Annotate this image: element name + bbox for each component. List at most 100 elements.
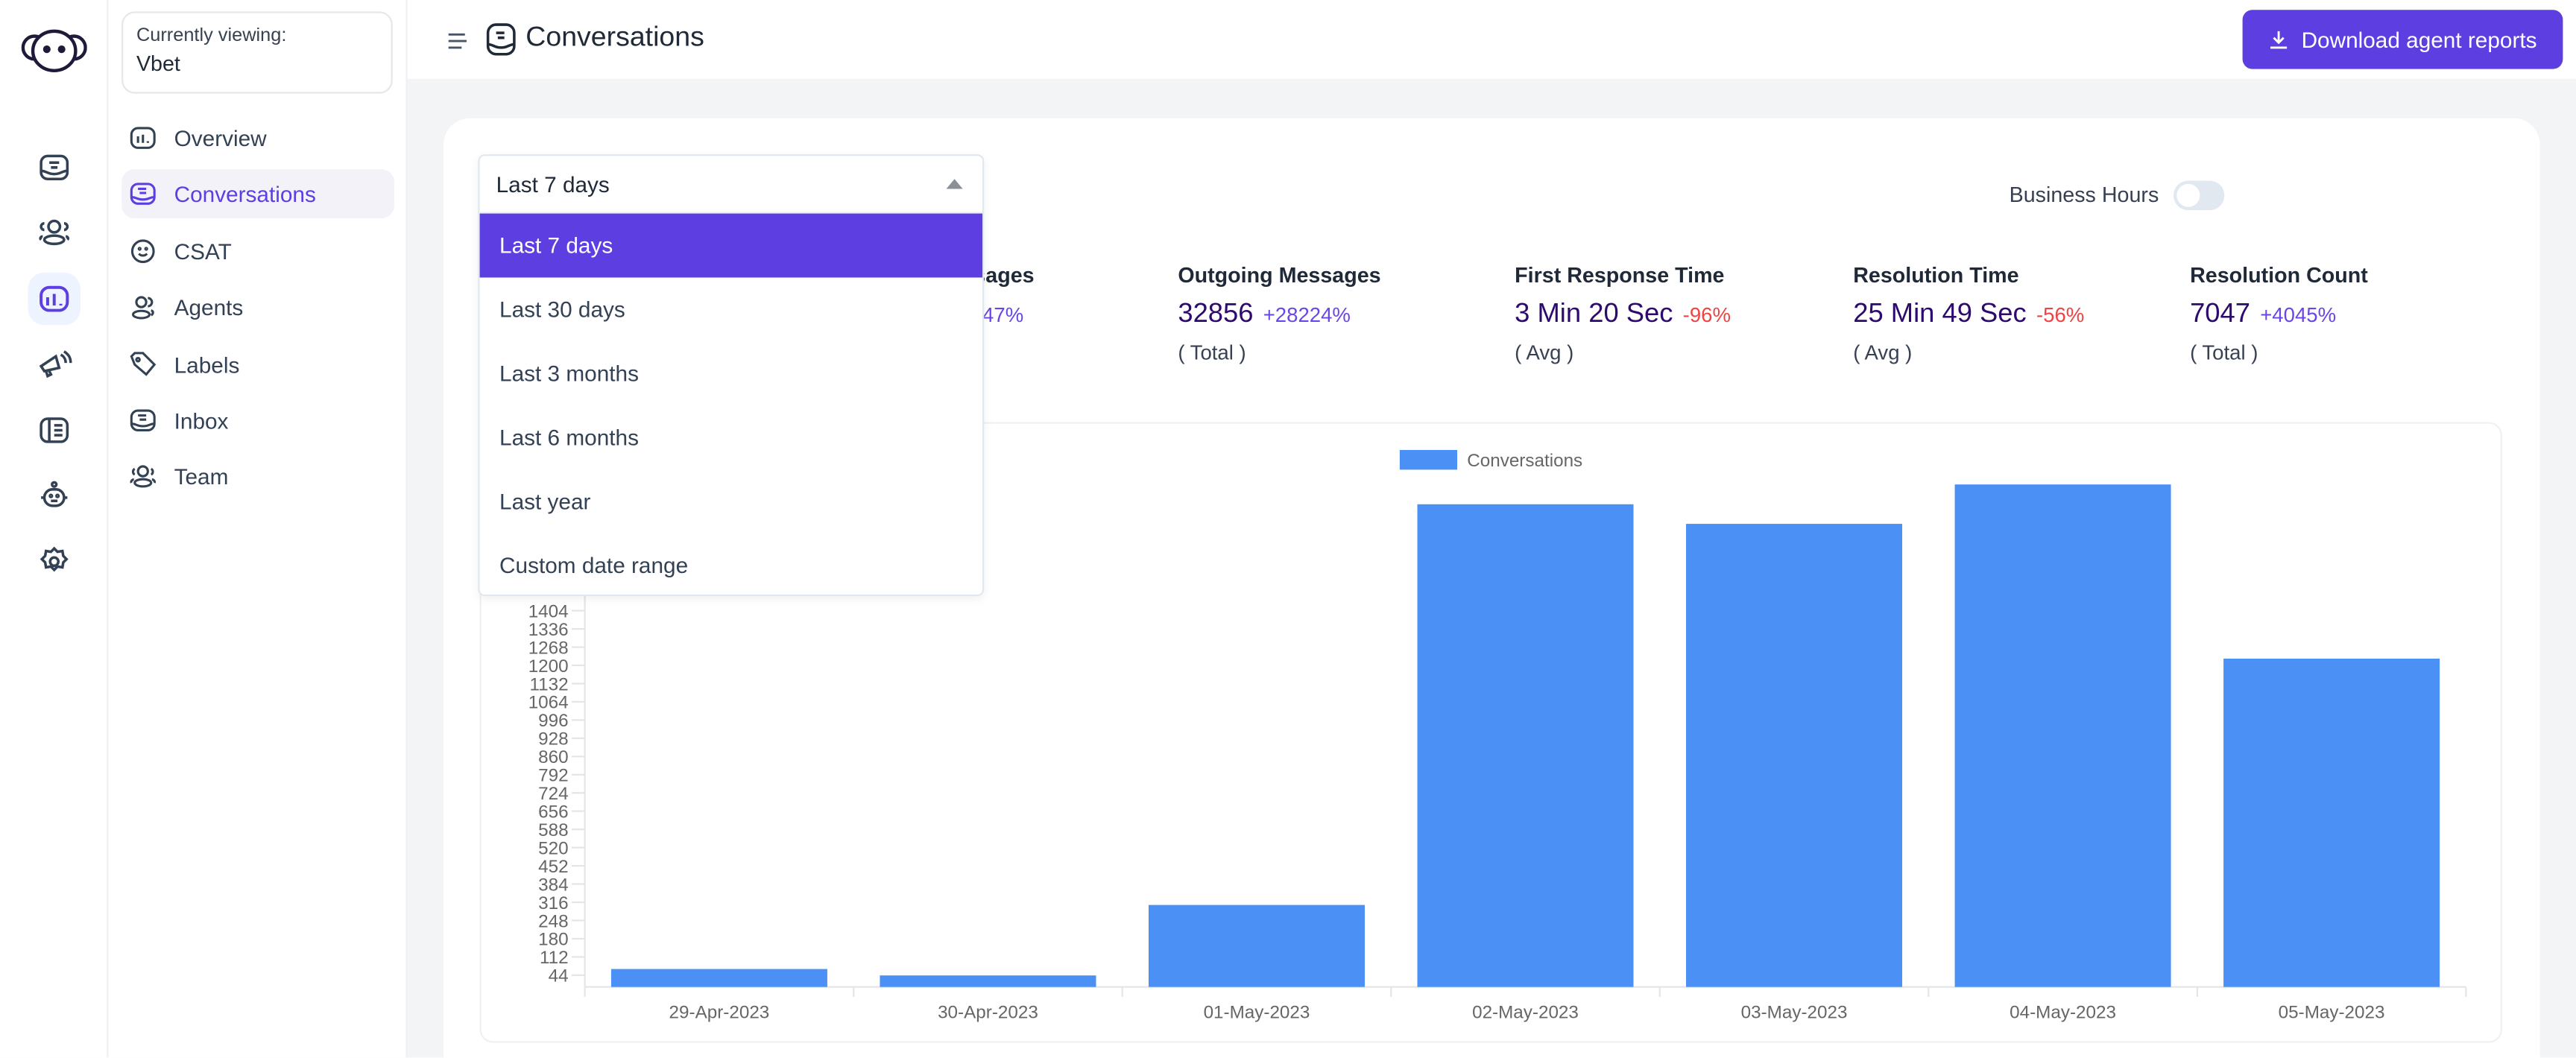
sidebar-item-overview[interactable]: Overview bbox=[121, 113, 394, 162]
account-name: Vbet bbox=[136, 51, 180, 76]
metric-value: 32856 bbox=[1178, 299, 1254, 329]
sidebar-item-team[interactable]: Team bbox=[121, 452, 394, 501]
sidebar-item-label: Conversations bbox=[174, 181, 316, 206]
metric-aggregation: ( Avg ) bbox=[1853, 341, 1913, 365]
x-tick-label: 03-May-2023 bbox=[1741, 1003, 1848, 1023]
x-tick-label: 04-May-2023 bbox=[2010, 1003, 2116, 1023]
metric-aggregation: ( Total ) bbox=[1178, 341, 1246, 365]
chart-icon bbox=[130, 127, 156, 149]
metric-resolution-count: Resolution Count 7047 +4045%( Total ) bbox=[2190, 263, 2368, 365]
y-tick-label: 316 bbox=[538, 893, 568, 913]
y-tick-label: 180 bbox=[538, 930, 568, 950]
team-icon bbox=[130, 465, 156, 488]
date-range-option[interactable]: Last 30 days bbox=[480, 277, 982, 341]
y-tick-label: 452 bbox=[538, 857, 568, 877]
y-tick-label: 1132 bbox=[529, 674, 568, 694]
y-tick-label: 996 bbox=[538, 711, 568, 731]
y-tick-label: 792 bbox=[538, 766, 568, 786]
metric-aggregation: ( Avg ) bbox=[1515, 341, 1574, 365]
download-agent-reports-button[interactable]: Download agent reports bbox=[2242, 10, 2563, 69]
sidebar-item-label: Team bbox=[174, 463, 229, 489]
y-tick-label: 112 bbox=[540, 948, 569, 968]
y-tick-label: 1268 bbox=[528, 638, 569, 658]
date-range-option[interactable]: Custom date range bbox=[480, 533, 982, 598]
contacts-icon[interactable] bbox=[28, 206, 80, 259]
y-tick-label: 1200 bbox=[528, 656, 569, 677]
y-tick-label: 588 bbox=[538, 820, 568, 840]
metric-change: -96% bbox=[1682, 303, 1731, 327]
sidebar-item-label: Labels bbox=[174, 352, 240, 377]
metric-aggregation: ( Total ) bbox=[2190, 341, 2258, 365]
y-tick-label: 520 bbox=[538, 838, 568, 858]
download-label: Download agent reports bbox=[2301, 27, 2537, 52]
sidebar-item-label: Agents bbox=[174, 294, 244, 320]
business-hours-toggle[interactable] bbox=[2174, 180, 2225, 211]
inbox-icon bbox=[130, 409, 156, 432]
metric-change: +28224% bbox=[1263, 303, 1351, 327]
smile-icon bbox=[130, 239, 155, 264]
sidebar-item-conversations[interactable]: Conversations bbox=[121, 169, 394, 219]
sidebar-item-csat[interactable]: CSAT bbox=[121, 227, 394, 276]
metric-value: 3 Min 20 Sec bbox=[1515, 299, 1673, 329]
date-range-dropdown[interactable]: Last 7 days Last 7 days Last 30 days Last … bbox=[478, 154, 985, 598]
y-tick-label: 1064 bbox=[528, 693, 569, 713]
icon-rail bbox=[0, 0, 109, 1058]
bar-02-May-2023 bbox=[1417, 504, 1634, 987]
y-tick-label: 656 bbox=[538, 802, 568, 823]
metric-change: +4045% bbox=[2260, 303, 2337, 327]
bar-05-May-2023 bbox=[2223, 659, 2440, 987]
date-range-option[interactable]: Last 3 months bbox=[480, 341, 982, 405]
bar-30-Apr-2023 bbox=[880, 975, 1096, 987]
metric-value: 25 Min 49 Sec bbox=[1853, 299, 2027, 329]
date-range-option[interactable]: Last 7 days bbox=[479, 213, 983, 278]
secondary-sidebar: Currently viewing: Vbet Overview Conversa… bbox=[108, 0, 408, 1058]
bar-29-Apr-2023 bbox=[610, 969, 827, 987]
metric-title: Resolution Count bbox=[2190, 262, 2368, 288]
x-tick-label: 01-May-2023 bbox=[1204, 1003, 1310, 1023]
help-center-icon[interactable] bbox=[28, 404, 80, 457]
sidebar-item-labels[interactable]: Labels bbox=[121, 340, 394, 389]
viewing-label: Currently viewing: bbox=[136, 26, 287, 46]
metric-change: -56% bbox=[2036, 303, 2085, 327]
metric-title: Outgoing Messages bbox=[1178, 262, 1381, 288]
y-tick-label: 248 bbox=[538, 911, 568, 931]
tag-icon bbox=[130, 352, 157, 376]
metric-change: 47% bbox=[982, 303, 1024, 327]
business-hours-label: Business Hours bbox=[2009, 182, 2159, 207]
x-tick-label: 05-May-2023 bbox=[2279, 1003, 2385, 1023]
sidebar-item-agents[interactable]: Agents bbox=[121, 282, 394, 332]
x-tick-label: 02-May-2023 bbox=[1472, 1003, 1579, 1023]
bot-icon[interactable] bbox=[28, 469, 80, 522]
y-tick-label: 44 bbox=[549, 966, 569, 986]
metric-title: First Response Time bbox=[1515, 262, 1725, 288]
date-range-select[interactable]: Last 7 days bbox=[479, 156, 983, 214]
metric-resolution-time: Resolution Time 25 Min 49 Sec -56% ( Avg ) bbox=[1853, 263, 2084, 365]
metric-first-response-time: First Response Time 3 Min 20 Sec -96% ( Avg… bbox=[1515, 263, 1731, 365]
date-range-option[interactable]: Last year bbox=[480, 469, 982, 533]
x-tick-label: 30-Apr-2023 bbox=[938, 1003, 1038, 1023]
date-range-option[interactable]: Last 6 months bbox=[480, 405, 982, 469]
menu-icon[interactable] bbox=[447, 30, 469, 60]
sidebar-item-inbox[interactable]: Inbox bbox=[121, 396, 394, 445]
metric-value: 7047 bbox=[2190, 299, 2250, 329]
metric-title: Resolution Time bbox=[1853, 262, 2019, 288]
caret-up-icon bbox=[946, 179, 963, 189]
y-tick-label: 384 bbox=[538, 875, 568, 895]
logo-icon bbox=[21, 23, 87, 84]
download-icon bbox=[2270, 31, 2287, 49]
sidebar-item-label: Inbox bbox=[174, 408, 229, 433]
y-tick-label: 724 bbox=[538, 784, 568, 804]
metric-outgoing-messages: Outgoing Messages 32856 +28224% ( Total ) bbox=[1178, 263, 1380, 365]
page-header: Conversations Download agent reports bbox=[407, 0, 2576, 79]
y-tick-label: 928 bbox=[538, 729, 568, 750]
page-title: Conversations bbox=[525, 21, 704, 53]
date-range-value: Last 7 days bbox=[496, 171, 610, 197]
conversations-icon[interactable] bbox=[28, 142, 80, 194]
account-switcher[interactable]: Currently viewing: Vbet bbox=[121, 11, 393, 94]
settings-icon[interactable] bbox=[28, 536, 80, 589]
agents-icon bbox=[131, 296, 154, 320]
campaigns-icon[interactable] bbox=[28, 338, 80, 391]
reports-icon[interactable] bbox=[28, 272, 81, 326]
bar-03-May-2023 bbox=[1686, 524, 1903, 987]
conversation-icon bbox=[486, 23, 516, 64]
